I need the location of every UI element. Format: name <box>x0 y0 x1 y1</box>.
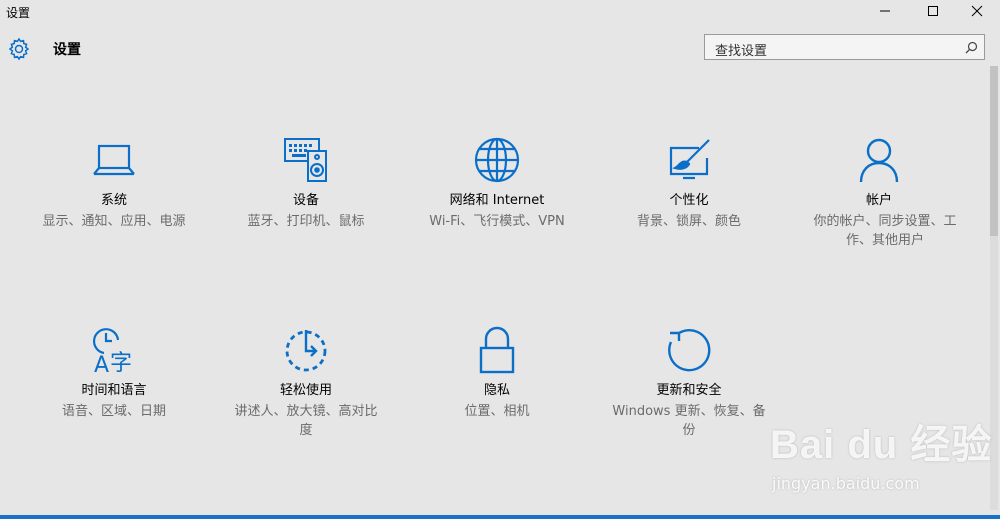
laptop-icon <box>93 144 135 176</box>
maximize-icon <box>928 6 938 16</box>
baidu-watermark: Bai du 经验 jingyan.baidu.com <box>770 412 1000 512</box>
minimize-icon <box>880 10 890 12</box>
lock-icon <box>479 326 515 374</box>
taskbar-edge <box>0 515 1000 519</box>
tile-label: 隐私 <box>483 383 510 398</box>
tile-description: 语音、区域、日期 <box>61 404 166 419</box>
tile-personalization[interactable]: 个性化 背景、锁屏、颜色 <box>599 136 779 231</box>
close-icon <box>971 5 983 17</box>
tile-description: 背景、锁屏、颜色 <box>636 214 741 229</box>
tile-devices[interactable]: 设备 蓝牙、打印机、鼠标 <box>216 136 396 231</box>
watermark-logo: Bai du 经验 <box>770 423 993 467</box>
tile-label: 轻松使用 <box>279 383 332 398</box>
page-title: 设置 <box>53 42 81 58</box>
search-input[interactable]: 查找设置 <box>715 40 767 59</box>
tile-label: 个性化 <box>669 193 709 208</box>
tile-ease-of-access[interactable]: 轻松使用 讲述人、放大镜、高对比度 <box>216 326 396 440</box>
close-button[interactable] <box>954 0 1000 22</box>
search-box[interactable]: 查找设置 <box>704 34 985 60</box>
person-icon <box>859 138 899 183</box>
tile-label: 帐户 <box>865 193 892 208</box>
update-icon <box>668 328 711 372</box>
globe-icon <box>474 137 520 183</box>
search-icon[interactable] <box>965 41 978 54</box>
watermark-url: jingyan.baidu.com <box>772 474 920 493</box>
tile-description: Windows 更新、恢复、备份 <box>612 404 766 438</box>
scrollbar-thumb[interactable] <box>990 66 998 236</box>
tile-network[interactable]: 网络和 Internet Wi-Fi、飞行模式、VPN <box>407 136 587 231</box>
window-title: 设置 <box>6 6 31 20</box>
maximize-button[interactable] <box>910 0 956 22</box>
tile-time-language[interactable]: A 字 时间和语言 语音、区域、日期 <box>24 326 204 421</box>
tile-description: 你的帐户、同步设置、工作、其他用户 <box>813 214 957 248</box>
tile-description: 显示、通知、应用、电源 <box>42 214 186 229</box>
tile-label: 时间和语言 <box>81 383 147 398</box>
tile-system[interactable]: 系统 显示、通知、应用、电源 <box>24 136 204 231</box>
personalization-icon <box>669 139 710 180</box>
tile-label: 设备 <box>292 193 319 208</box>
tile-description: 蓝牙、打印机、鼠标 <box>247 214 365 229</box>
title-bar: 设置 <box>0 0 1000 24</box>
tile-label: 更新和安全 <box>656 383 722 398</box>
ease-of-access-icon <box>285 330 327 372</box>
tile-accounts[interactable]: 帐户 你的帐户、同步设置、工作、其他用户 <box>789 136 969 250</box>
gear-icon <box>8 37 30 61</box>
tile-description: 位置、相机 <box>464 404 530 419</box>
svg-text:字: 字 <box>110 351 132 374</box>
tile-update-security[interactable]: 更新和安全 Windows 更新、恢复、备份 <box>599 326 779 440</box>
devices-icon <box>284 138 327 182</box>
tile-label: 网络和 Internet <box>449 193 545 208</box>
time-language-icon: A 字 <box>92 328 132 374</box>
minimize-button[interactable] <box>862 0 908 22</box>
tile-description: Wi-Fi、飞行模式、VPN <box>429 214 565 229</box>
tile-privacy[interactable]: 隐私 位置、相机 <box>407 326 587 421</box>
tile-label: 系统 <box>100 193 127 208</box>
svg-text:A: A <box>94 353 109 374</box>
tile-description: 讲述人、放大镜、高对比度 <box>234 404 378 438</box>
